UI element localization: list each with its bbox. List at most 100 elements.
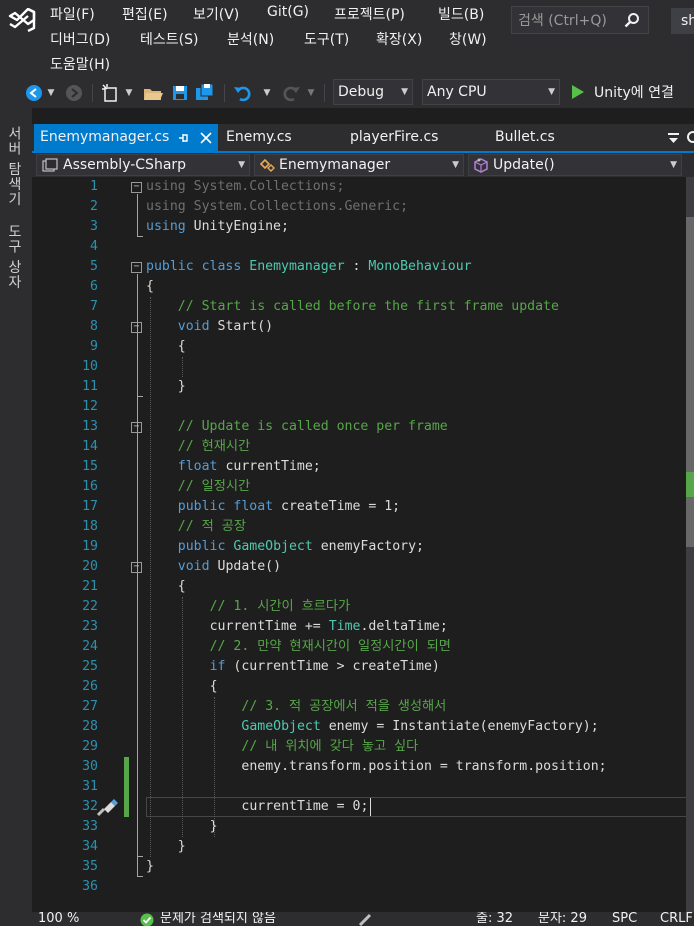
menu-test[interactable]: 테스트(S) (140, 29, 198, 49)
collapse-toggle-icon[interactable]: − (131, 182, 142, 193)
navigate-back-icon[interactable] (24, 82, 44, 104)
code-cleanup-brush-icon[interactable] (358, 913, 374, 926)
navigate-forward-icon[interactable] (64, 82, 84, 104)
code-line[interactable]: 35} (32, 857, 694, 877)
code-line[interactable]: 24 // 2. 만약 현재시간이 일정시간이 되면 (32, 637, 694, 657)
collapse-toggle-icon[interactable]: − (131, 562, 142, 573)
code-line[interactable]: 25 if (currentTime > createTime) (32, 657, 694, 677)
tab-enemymanager[interactable]: Enemymanager.cs (34, 124, 218, 151)
save-icon[interactable] (170, 82, 190, 104)
menu-build[interactable]: 빌드(B) (438, 4, 484, 24)
vertical-scrollbar[interactable] (686, 177, 694, 912)
tab-bullet[interactable]: Bullet.cs (489, 124, 555, 151)
code-line[interactable]: 21 { (32, 577, 694, 597)
code-line[interactable]: 14 // 현재시간 (32, 437, 694, 457)
menu-analyze[interactable]: 분석(N) (227, 29, 274, 49)
menu-window[interactable]: 창(W) (449, 29, 487, 49)
menu-tools[interactable]: 도구(T) (304, 29, 349, 49)
line-number: 13 (82, 419, 98, 434)
collapse-toggle-icon[interactable]: − (131, 322, 142, 333)
code-line[interactable]: 27 // 3. 적 공장에서 적을 생성해서 (32, 697, 694, 717)
collapse-toggle-icon[interactable]: − (131, 422, 142, 433)
code-line[interactable]: 13 − // Update is called once per frame (32, 417, 694, 437)
code-line[interactable]: 1 − using System.Collections; (32, 177, 694, 197)
start-debugging-button[interactable]: Unity에 연결 (594, 82, 674, 102)
column-indicator[interactable]: 문자: 29 (538, 912, 587, 926)
server-explorer-tab[interactable]: 서버 탐색기 (4, 126, 24, 206)
menu-view[interactable]: 보기(V) (193, 4, 239, 24)
code-line[interactable]: 3 using UnityEngine; (32, 217, 694, 237)
undo-dropdown-chevron-icon[interactable]: ▼ (262, 82, 272, 104)
code-line[interactable]: 32 currentTime = 0; (32, 797, 694, 817)
toolbox-tab[interactable]: 도구 상자 (4, 224, 24, 289)
new-dropdown-chevron-icon[interactable]: ▼ (124, 82, 134, 104)
code-line[interactable]: 18 // 적 공장 (32, 517, 694, 537)
code-line[interactable]: 11} (32, 377, 694, 397)
code-token: enemy.transform.position = transform.pos… (241, 759, 607, 774)
code-line[interactable]: 20 − void Update() (32, 557, 694, 577)
menu-file[interactable]: 파일(F) (50, 4, 95, 24)
code-line[interactable]: 15 float currentTime; (32, 457, 694, 477)
code-line[interactable]: 8 − void Start() (32, 317, 694, 337)
type-select[interactable]: Enemymanager ▼ (254, 154, 464, 176)
line-ending-indicator[interactable]: CRLF (660, 912, 693, 926)
code-line[interactable]: 22 // 1. 시간이 흐르다가 (32, 597, 694, 617)
code-line[interactable]: 5 − public class Enemymanager : MonoBehavi… (32, 257, 694, 277)
line-number: 20 (82, 559, 98, 574)
issues-status[interactable]: 문제가 검색되지 않음 (160, 912, 276, 926)
play-icon[interactable] (570, 82, 586, 102)
collapse-toggle-icon[interactable]: − (131, 262, 142, 273)
back-dropdown-chevron-icon[interactable]: ▼ (46, 82, 56, 104)
code-editor[interactable]: 1− using System.Collections; 2 using System… (32, 177, 694, 912)
project-select[interactable]: Assembly-CSharp ▼ (36, 154, 250, 176)
code-line[interactable]: 9{ (32, 337, 694, 357)
visual-studio-logo-icon[interactable] (8, 8, 36, 32)
solution-platform-select[interactable]: Any CPU ▼ (422, 79, 560, 105)
tab-playerfire[interactable]: playerFire.cs (344, 124, 438, 151)
tab-overflow-dropdown-icon[interactable] (668, 132, 680, 144)
gear-icon[interactable] (686, 130, 694, 144)
code-line[interactable]: 7 // Start is called before the first fra… (32, 297, 694, 317)
whitespace-indicator[interactable]: SPC (612, 912, 637, 926)
menu-help[interactable]: 도움말(H) (50, 54, 110, 74)
undo-icon[interactable] (232, 82, 254, 104)
menu-git[interactable]: Git(G) (267, 4, 309, 20)
redo-icon[interactable] (280, 82, 302, 104)
code-line[interactable]: 23 currentTime += Time.deltaTime; (32, 617, 694, 637)
code-line[interactable]: 17 public float createTime = 1; (32, 497, 694, 517)
menu-extensions[interactable]: 확장(X) (376, 29, 422, 49)
line-indicator[interactable]: 줄: 32 (476, 912, 513, 926)
profile-button[interactable]: sh (671, 8, 694, 34)
code-line[interactable]: 36 (32, 877, 694, 897)
code-line[interactable]: 30 enemy.transform.position = transform.p… (32, 757, 694, 777)
code-line[interactable]: 6{ (32, 277, 694, 297)
code-line[interactable]: 26 { (32, 677, 694, 697)
code-line[interactable]: 28 GameObject enemy = Instantiate(enemyFa… (32, 717, 694, 737)
menu-project[interactable]: 프로젝트(P) (334, 4, 405, 24)
solution-configuration-select[interactable]: Debug ▼ (333, 79, 413, 105)
code-line[interactable]: 4 (32, 237, 694, 257)
menu-edit[interactable]: 편집(E) (122, 4, 168, 24)
save-all-icon[interactable] (194, 82, 216, 104)
code-line[interactable]: 29 // 내 위치에 갖다 놓고 싶다 (32, 737, 694, 757)
code-line[interactable]: 31 (32, 777, 694, 797)
code-line[interactable]: 34} (32, 837, 694, 857)
code-line[interactable]: 10 (32, 357, 694, 377)
code-line[interactable]: 12 (32, 397, 694, 417)
pin-icon[interactable] (178, 132, 190, 144)
code-line[interactable]: 16 // 일정시간 (32, 477, 694, 497)
zoom-level[interactable]: 100 % (38, 912, 79, 926)
new-project-icon[interactable] (100, 82, 122, 104)
code-line[interactable]: 19 public GameObject enemyFactory; (32, 537, 694, 557)
search-input[interactable]: 검색 (Ctrl+Q) (511, 6, 649, 34)
open-folder-icon[interactable] (142, 82, 164, 104)
member-select[interactable]: Update() ▼ (468, 154, 682, 176)
code-line[interactable]: 2 using System.Collections.Generic; (32, 197, 694, 217)
code-line[interactable]: 33} (32, 817, 694, 837)
line-number: 5 (90, 259, 98, 274)
menu-debug[interactable]: 디버그(D) (50, 29, 110, 49)
close-icon[interactable] (200, 132, 212, 144)
tab-enemy[interactable]: Enemy.cs (220, 124, 292, 151)
scrollbar-thumb[interactable] (686, 217, 694, 547)
redo-dropdown-chevron-icon[interactable]: ▼ (306, 82, 316, 104)
